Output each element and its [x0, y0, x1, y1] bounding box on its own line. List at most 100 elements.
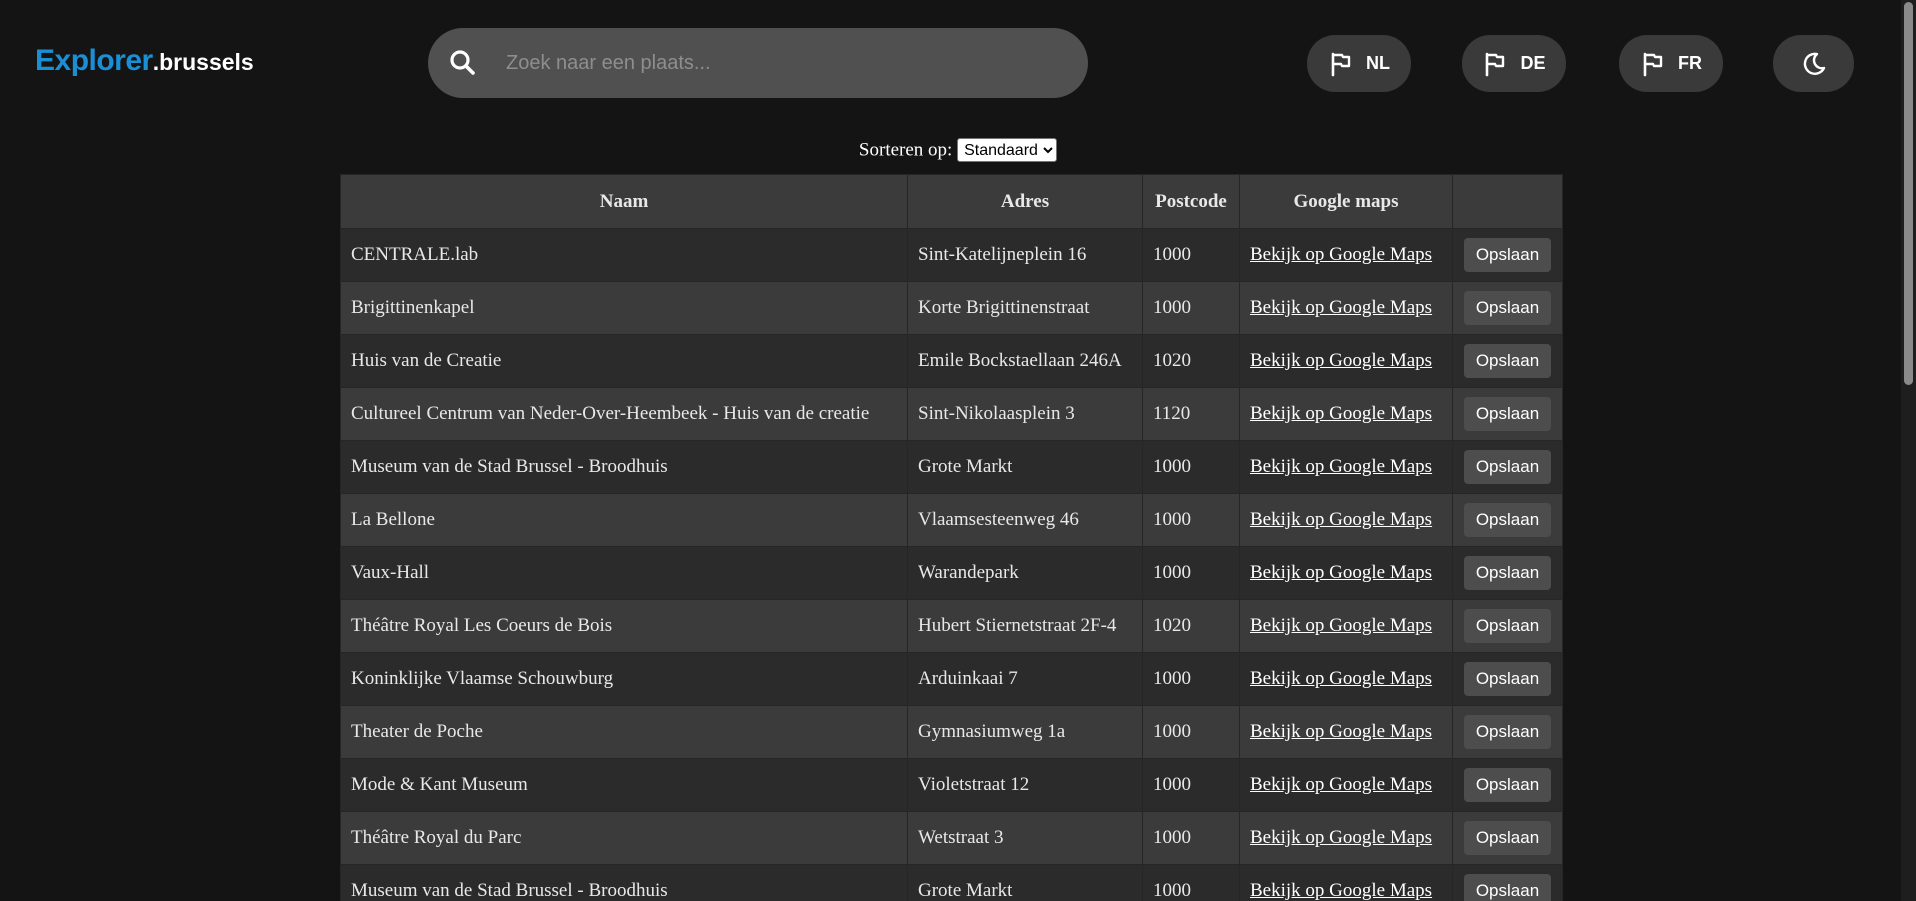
column-header-postcode[interactable]: Postcode	[1142, 174, 1240, 229]
sort-label: Sorteren op:	[858, 139, 953, 161]
place-postcode-cell: 1000	[1142, 652, 1240, 706]
sort-select[interactable]: Standaard	[957, 138, 1058, 162]
save-cell: Opslaan	[1452, 758, 1563, 812]
google-maps-cell: Bekijk op Google Maps	[1239, 281, 1453, 335]
table-row: Brigittinenkapel Korte Brigittinenstraat 1…	[340, 281, 1563, 335]
save-button[interactable]: Opslaan	[1464, 397, 1551, 431]
save-cell: Opslaan	[1452, 864, 1563, 901]
save-button[interactable]: Opslaan	[1464, 344, 1551, 378]
table-row: CENTRALE.lab Sint-Katelijneplein 16 1000 Be…	[340, 228, 1563, 282]
place-address-cell: Emile Bockstaellaan 246A	[907, 334, 1143, 388]
save-button[interactable]: Opslaan	[1464, 715, 1551, 749]
save-button[interactable]: Opslaan	[1464, 503, 1551, 537]
save-cell: Opslaan	[1452, 705, 1563, 759]
save-button[interactable]: Opslaan	[1464, 609, 1551, 643]
google-maps-cell: Bekijk op Google Maps	[1239, 387, 1453, 441]
save-button[interactable]: Opslaan	[1464, 238, 1551, 272]
save-button[interactable]: Opslaan	[1464, 291, 1551, 325]
search-input[interactable]	[506, 28, 1066, 98]
google-maps-link[interactable]: Bekijk op Google Maps	[1250, 456, 1432, 477]
place-address-cell: Grote Markt	[907, 440, 1143, 494]
google-maps-link[interactable]: Bekijk op Google Maps	[1250, 668, 1432, 689]
google-maps-cell: Bekijk op Google Maps	[1239, 652, 1453, 706]
save-cell: Opslaan	[1452, 387, 1563, 441]
column-header-adres[interactable]: Adres	[907, 174, 1143, 229]
table-header-row: Naam Adres Postcode Google maps	[340, 174, 1563, 229]
place-name-cell: Théâtre Royal du Parc	[340, 811, 908, 865]
place-name-cell: Vaux-Hall	[340, 546, 908, 600]
language-button-fr[interactable]: FR	[1619, 35, 1723, 92]
google-maps-link[interactable]: Bekijk op Google Maps	[1250, 509, 1432, 530]
place-name-cell: CENTRALE.lab	[340, 228, 908, 282]
language-label-fr: FR	[1678, 53, 1702, 73]
column-header-google-maps[interactable]: Google maps	[1239, 174, 1453, 229]
place-name-cell: Koninklijke Vlaamse Schouwburg	[340, 652, 908, 706]
language-button-de[interactable]: DE	[1462, 35, 1566, 92]
table-body: CENTRALE.lab Sint-Katelijneplein 16 1000 Be…	[340, 228, 1563, 901]
save-button[interactable]: Opslaan	[1464, 450, 1551, 484]
table-row: Museum van de Stad Brussel - Broodhuis Gr…	[340, 864, 1563, 901]
save-cell: Opslaan	[1452, 440, 1563, 494]
place-name-cell: Museum van de Stad Brussel - Broodhuis	[340, 864, 908, 901]
place-name-cell: Mode & Kant Museum	[340, 758, 908, 812]
column-header-actions	[1452, 174, 1563, 229]
place-address-cell: Vlaamsesteenweg 46	[907, 493, 1143, 547]
search-bar	[428, 28, 1088, 98]
save-button[interactable]: Opslaan	[1464, 556, 1551, 590]
place-postcode-cell: 1000	[1142, 440, 1240, 494]
page-scrollbar[interactable]	[1901, 0, 1916, 901]
google-maps-link[interactable]: Bekijk op Google Maps	[1250, 403, 1432, 424]
place-postcode-cell: 1000	[1142, 811, 1240, 865]
scrollbar-thumb[interactable]	[1904, 2, 1913, 385]
google-maps-link[interactable]: Bekijk op Google Maps	[1250, 774, 1432, 795]
column-header-naam[interactable]: Naam	[340, 174, 908, 229]
save-cell: Opslaan	[1452, 228, 1563, 282]
search-icon[interactable]	[447, 47, 479, 79]
place-address-cell: Gymnasiumweg 1a	[907, 705, 1143, 759]
google-maps-link[interactable]: Bekijk op Google Maps	[1250, 827, 1432, 848]
table-row: Museum van de Stad Brussel - Broodhuis Gr…	[340, 440, 1563, 494]
table-row: Koninklijke Vlaamse Schouwburg Arduinkaai…	[340, 652, 1563, 706]
dark-mode-toggle[interactable]	[1773, 35, 1854, 92]
save-cell: Opslaan	[1452, 281, 1563, 335]
google-maps-cell: Bekijk op Google Maps	[1239, 440, 1453, 494]
google-maps-link[interactable]: Bekijk op Google Maps	[1250, 297, 1432, 318]
logo-suffix-text: .brussels	[152, 49, 254, 75]
logo-main-text: Explorer	[35, 44, 153, 77]
site-logo[interactable]: Explorer.brussels	[35, 44, 254, 78]
place-postcode-cell: 1000	[1142, 705, 1240, 759]
google-maps-link[interactable]: Bekijk op Google Maps	[1250, 244, 1432, 265]
site-header: Explorer.brussels NL DE FR	[0, 0, 1916, 126]
flag-icon	[1331, 52, 1351, 76]
google-maps-link[interactable]: Bekijk op Google Maps	[1250, 615, 1432, 636]
table-row: Huis van de Creatie Emile Bockstaellaan 2…	[340, 334, 1563, 388]
save-button[interactable]: Opslaan	[1464, 821, 1551, 855]
place-postcode-cell: 1000	[1142, 228, 1240, 282]
save-cell: Opslaan	[1452, 493, 1563, 547]
save-button[interactable]: Opslaan	[1464, 662, 1551, 696]
language-label-de: DE	[1520, 53, 1546, 73]
place-address-cell: Sint-Nikolaasplein 3	[907, 387, 1143, 441]
google-maps-link[interactable]: Bekijk op Google Maps	[1250, 562, 1432, 583]
language-button-nl[interactable]: NL	[1307, 35, 1411, 92]
google-maps-cell: Bekijk op Google Maps	[1239, 758, 1453, 812]
google-maps-link[interactable]: Bekijk op Google Maps	[1250, 350, 1432, 371]
save-button[interactable]: Opslaan	[1464, 768, 1551, 802]
google-maps-cell: Bekijk op Google Maps	[1239, 493, 1453, 547]
flag-icon	[1643, 52, 1663, 76]
table-row: Vaux-Hall Warandepark 1000 Bekijk op Google…	[340, 546, 1563, 600]
google-maps-cell: Bekijk op Google Maps	[1239, 228, 1453, 282]
language-label-nl: NL	[1366, 53, 1390, 73]
place-name-cell: Theater de Poche	[340, 705, 908, 759]
google-maps-link[interactable]: Bekijk op Google Maps	[1250, 721, 1432, 742]
save-cell: Opslaan	[1452, 811, 1563, 865]
save-button[interactable]: Opslaan	[1464, 874, 1551, 901]
place-name-cell: Brigittinenkapel	[340, 281, 908, 335]
place-address-cell: Warandepark	[907, 546, 1143, 600]
google-maps-cell: Bekijk op Google Maps	[1239, 705, 1453, 759]
place-postcode-cell: 1000	[1142, 493, 1240, 547]
google-maps-cell: Bekijk op Google Maps	[1239, 546, 1453, 600]
table-row: Théâtre Royal Les Coeurs de Bois Hubert S…	[340, 599, 1563, 653]
google-maps-link[interactable]: Bekijk op Google Maps	[1250, 880, 1432, 901]
place-postcode-cell: 1120	[1142, 387, 1240, 441]
